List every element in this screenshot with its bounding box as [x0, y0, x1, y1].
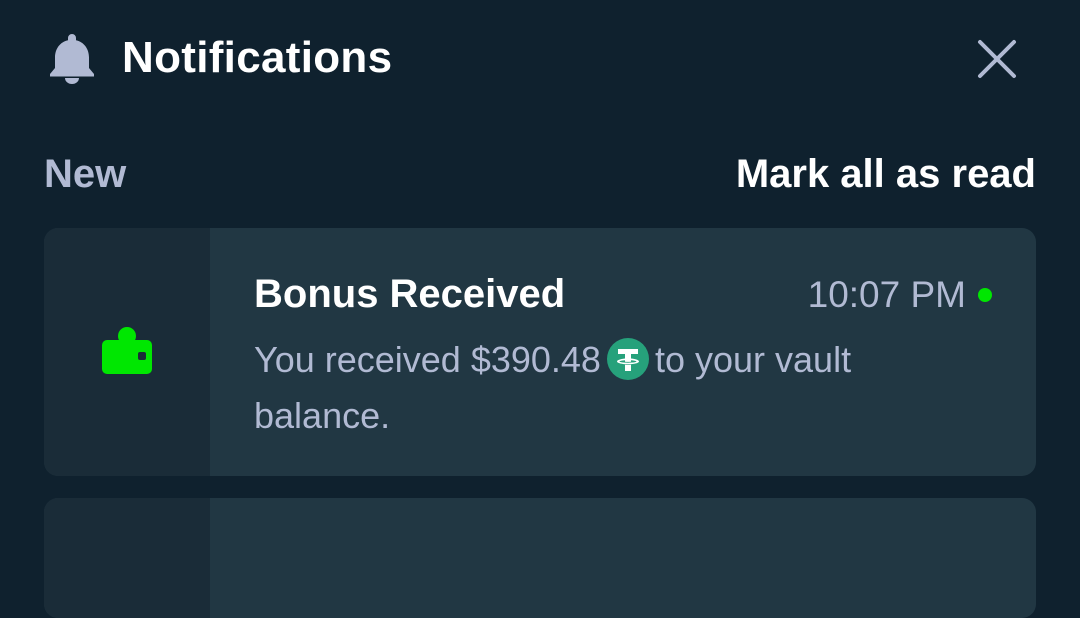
mark-all-read-button[interactable]: Mark all as read	[736, 148, 1036, 200]
bell-icon	[50, 34, 94, 84]
notification-body-text: You received $390.48	[254, 339, 601, 380]
section-header: New Mark all as read	[44, 148, 1036, 200]
tether-icon	[606, 338, 649, 381]
notification-icon-panel	[44, 228, 210, 476]
wallet-icon	[102, 327, 152, 374]
notification-card[interactable]: Bonus Received 10:07 PM You received $39…	[44, 228, 1036, 476]
notification-icon-panel	[44, 498, 210, 618]
notification-time: 10:07 PM	[807, 274, 966, 315]
unread-indicator	[978, 288, 992, 302]
page-title: Notifications	[122, 33, 393, 82]
section-label-new: New	[44, 152, 127, 196]
notification-title: Bonus Received	[254, 272, 566, 316]
close-icon[interactable]	[974, 36, 1020, 82]
notification-card[interactable]	[44, 498, 1036, 618]
notifications-header: Notifications	[0, 0, 1080, 116]
notification-body: You received $390.48 to your vault balan…	[254, 332, 954, 444]
